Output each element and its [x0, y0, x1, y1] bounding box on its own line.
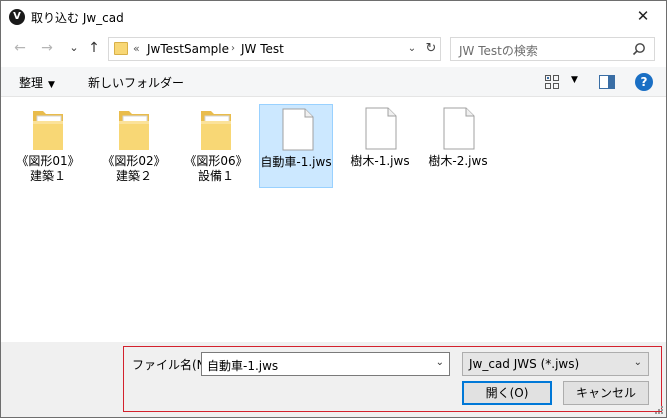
folder-icon	[33, 111, 63, 150]
organize-button[interactable]: 整理 ▼	[19, 74, 55, 91]
folder-icon	[114, 42, 128, 55]
preview-pane-icon[interactable]	[599, 75, 615, 89]
file-item-label: 《図形02》建築２	[102, 154, 166, 183]
refresh-icon[interactable]: ↻	[423, 40, 439, 58]
file-item-label: 樹木-2.jws	[428, 154, 488, 168]
document-icon	[282, 108, 314, 151]
recent-locations-button[interactable]: ⌄	[65, 39, 83, 57]
document-icon	[365, 107, 397, 150]
chevron-down-icon: ⌄	[69, 41, 79, 54]
organize-label: 整理	[19, 76, 44, 90]
file-item-folder[interactable]: 《図形06》設備１	[179, 104, 253, 188]
up-arrow-icon: ↑	[88, 40, 100, 56]
file-item-label: 樹木-1.jws	[350, 154, 410, 168]
back-button[interactable]: ←	[11, 39, 29, 57]
chevron-down-icon: ⌄	[633, 357, 642, 368]
search-placeholder: JW Testの検索	[459, 44, 538, 58]
file-item-label: 《図形06》設備１	[184, 154, 248, 183]
view-options-icon[interactable]	[545, 75, 559, 89]
file-list: 《図形01》建築１ 《図形02》建築２ 《図形06》設備１ 自動車-1.jws …	[1, 98, 666, 342]
resize-grip-icon[interactable]	[654, 405, 664, 415]
view-dropdown-icon[interactable]: ▼	[571, 75, 578, 85]
chevron-down-icon[interactable]: ⌄	[436, 357, 444, 368]
forward-arrow-icon: →	[41, 40, 53, 56]
breadcrumb-overflow[interactable]: «	[133, 42, 140, 55]
new-folder-button[interactable]: 新しいフォルダー	[88, 74, 184, 91]
navigation-bar: ← → ⌄ ↑ « JwTestSample › JW Test ⌄ ↻ JW …	[1, 31, 666, 67]
up-folder-button[interactable]: ↑	[85, 39, 103, 57]
forward-button[interactable]: →	[38, 39, 56, 57]
open-button[interactable]: 開く(O)	[462, 381, 552, 405]
folder-icon	[119, 111, 149, 150]
jwcad-app-icon: V	[9, 9, 25, 25]
address-dropdown-icon[interactable]: ⌄	[404, 41, 420, 57]
file-item-jws-selected[interactable]: 自動車-1.jws	[259, 104, 333, 188]
title-bar: V 取り込む Jw_cad ✕	[1, 1, 666, 31]
filetype-value: Jw_cad JWS (*.jws)	[469, 357, 580, 371]
filename-input[interactable]: 自動車-1.jws ⌄	[201, 352, 450, 376]
file-item-jws[interactable]: 樹木-2.jws	[421, 104, 495, 188]
breadcrumb-jwtestsample[interactable]: JwTestSample	[147, 42, 229, 56]
document-icon	[443, 107, 475, 150]
address-bar[interactable]: « JwTestSample › JW Test ⌄ ↻	[108, 37, 441, 61]
cancel-button[interactable]: キャンセル	[563, 381, 649, 405]
help-icon[interactable]: ?	[635, 73, 653, 91]
filetype-select[interactable]: Jw_cad JWS (*.jws) ⌄	[462, 352, 649, 376]
breadcrumb-arrow-icon[interactable]: ›	[231, 43, 235, 54]
search-icon[interactable]	[632, 42, 646, 56]
folder-icon	[201, 111, 231, 150]
file-item-jws[interactable]: 樹木-1.jws	[343, 104, 417, 188]
file-item-label: 《図形01》建築１	[16, 154, 80, 183]
file-open-dialog: V 取り込む Jw_cad ✕ ← → ⌄ ↑ « JwTestSample ›…	[0, 0, 667, 418]
filename-value: 自動車-1.jws	[207, 359, 279, 373]
dialog-footer: ファイル名(N): 自動車-1.jws ⌄ Jw_cad JWS (*.jws)…	[1, 342, 666, 417]
window-title: 取り込む Jw_cad	[31, 11, 124, 25]
close-button[interactable]: ✕	[620, 1, 666, 31]
file-item-folder[interactable]: 《図形01》建築１	[11, 104, 85, 188]
caret-down-icon: ▼	[48, 80, 55, 90]
file-item-folder[interactable]: 《図形02》建築２	[97, 104, 171, 188]
command-bar: 整理 ▼ 新しいフォルダー ▼ ?	[1, 67, 666, 97]
back-arrow-icon: ←	[14, 40, 26, 56]
search-box[interactable]: JW Testの検索	[450, 37, 655, 61]
file-item-label: 自動車-1.jws	[260, 155, 332, 169]
breadcrumb-jw-test[interactable]: JW Test	[241, 42, 284, 56]
